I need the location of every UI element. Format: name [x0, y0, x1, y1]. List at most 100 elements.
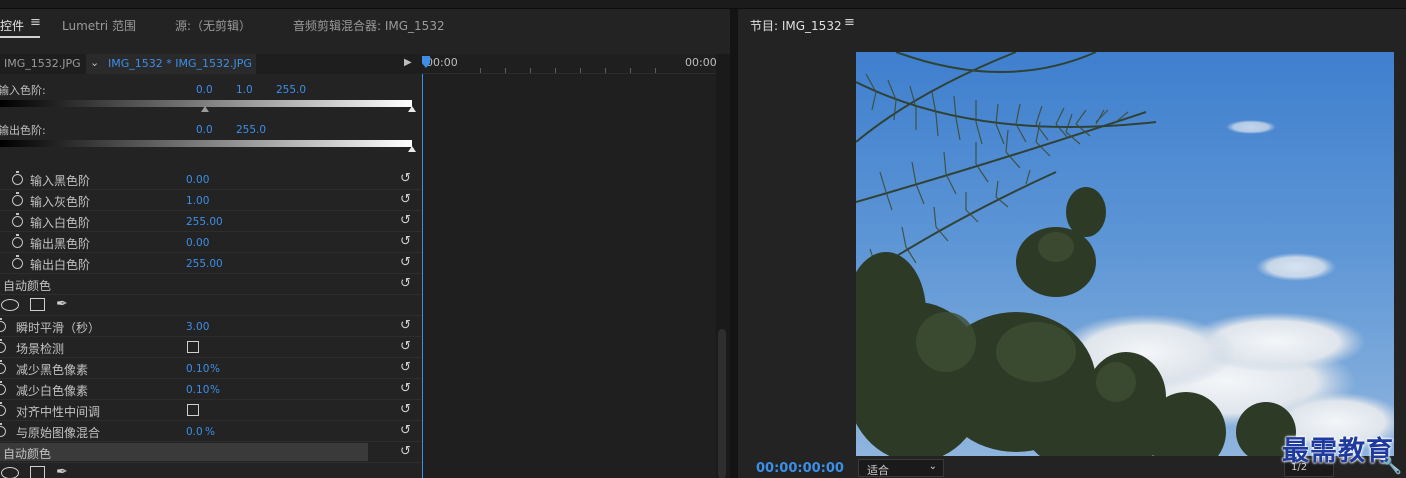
tab-lumetri-scopes[interactable]: Lumetri 范围: [62, 17, 136, 34]
ruler-tick: [555, 68, 556, 73]
zoom-fit-dropdown[interactable]: 适合 ⌄: [858, 459, 944, 477]
param-label: 与原始图像混合: [16, 426, 101, 440]
video-frame[interactable]: [856, 52, 1394, 456]
watermark-logo: 最需教育: [1282, 436, 1394, 467]
play-triangle-icon[interactable]: ▶: [404, 57, 412, 68]
tab-effect-controls[interactable]: 控件: [0, 17, 24, 34]
output-level-black[interactable]: 0.0: [196, 124, 213, 136]
program-timecode[interactable]: 00:00:00:00: [756, 461, 844, 476]
panel-tabbar: 控件 ≡ Lumetri 范围 源:（无剪辑） 音频剪辑混合器: IMG_153…: [0, 9, 730, 42]
stopwatch-icon[interactable]: [0, 423, 6, 437]
stopwatch-icon[interactable]: [12, 234, 23, 248]
reset-icon[interactable]: ↺: [400, 234, 411, 249]
param-row: 场景检测 ↺: [0, 337, 422, 358]
param-value[interactable]: 255.00: [186, 258, 223, 270]
output-white-slider-handle[interactable]: [408, 146, 416, 152]
param-unit: %: [210, 363, 220, 375]
input-gray-slider-handle[interactable]: [201, 106, 209, 112]
mask-tools-row: ✒: [0, 295, 422, 316]
reset-icon[interactable]: ↺: [400, 171, 411, 186]
output-levels-label: 输出色阶:: [0, 124, 46, 137]
pen-mask-icon[interactable]: ✒: [56, 296, 68, 312]
reset-icon[interactable]: ↺: [400, 423, 411, 438]
vertical-scrollbar[interactable]: [716, 54, 730, 478]
param-unit: %: [210, 384, 220, 396]
effect-header-auto-color[interactable]: 自动颜色 ↺: [0, 274, 422, 295]
param-row: 输入白色阶 255.00 ↺: [0, 211, 422, 232]
timeline-ruler[interactable]: 00:00 00:00: [422, 54, 717, 74]
stopwatch-icon[interactable]: [12, 192, 23, 206]
scene-detect-checkbox[interactable]: [187, 341, 199, 353]
param-value[interactable]: 0.0: [186, 426, 203, 438]
reset-icon[interactable]: ↺: [400, 381, 411, 396]
sequence-clip-label[interactable]: IMG_1532 * IMG_1532.JPG: [108, 57, 252, 70]
program-monitor-panel: 节目: IMG_1532 ≡ 00:00:00:00 适合 ⌄ 1/2 最需教育…: [738, 9, 1406, 478]
ellipse-mask-icon[interactable]: [1, 299, 19, 311]
param-value[interactable]: 0.00: [186, 237, 209, 249]
chevron-down-icon[interactable]: ⌄: [90, 56, 99, 69]
ruler-tick: [480, 68, 481, 73]
reset-icon[interactable]: ↺: [400, 192, 411, 207]
reset-icon[interactable]: ↺: [400, 255, 411, 270]
hamburger-menu-icon[interactable]: ≡: [844, 15, 855, 30]
param-row: 减少黑色像素 0.10 % ↺: [0, 358, 422, 379]
pen-mask-icon[interactable]: ✒: [56, 464, 68, 478]
ruler-tick: [630, 68, 631, 73]
clip-selector-bar: IMG_1532.JPG ⌄ IMG_1532 * IMG_1532.JPG ▶: [0, 54, 422, 74]
param-row: 输出黑色阶 0.00 ↺: [0, 232, 422, 253]
master-clip-label[interactable]: IMG_1532.JPG: [4, 57, 81, 70]
param-label: 输入灰色阶: [30, 195, 91, 209]
param-value[interactable]: 0.00: [186, 174, 209, 186]
tab-source[interactable]: 源:（无剪辑）: [175, 17, 251, 34]
output-level-white[interactable]: 255.0: [236, 124, 266, 136]
param-value[interactable]: 0.10: [186, 384, 209, 396]
stopwatch-icon[interactable]: [0, 381, 6, 395]
mask-tools-row: ✒: [0, 463, 422, 478]
stopwatch-icon[interactable]: [0, 318, 6, 332]
snap-neutral-checkbox[interactable]: [187, 404, 199, 416]
stopwatch-icon[interactable]: [0, 339, 6, 353]
input-level-black[interactable]: 0.0: [196, 84, 213, 96]
reset-icon[interactable]: ↺: [400, 339, 411, 354]
stopwatch-icon[interactable]: [0, 360, 6, 374]
effect-controls-panel: 控件 ≡ Lumetri 范围 源:（无剪辑） 音频剪辑混合器: IMG_153…: [0, 9, 730, 478]
input-white-slider-handle[interactable]: [408, 106, 416, 112]
input-levels-label: 输入色阶:: [0, 84, 46, 97]
rectangle-mask-icon[interactable]: [30, 466, 45, 478]
top-strip: [0, 0, 1406, 9]
reset-icon[interactable]: ↺: [400, 276, 411, 291]
reset-icon[interactable]: ↺: [400, 213, 411, 228]
param-value[interactable]: 1.00: [186, 195, 209, 207]
reset-icon[interactable]: ↺: [400, 444, 411, 459]
stopwatch-icon[interactable]: [12, 255, 23, 269]
effect-title: 自动颜色: [3, 279, 52, 293]
stopwatch-icon[interactable]: [12, 213, 23, 227]
param-value[interactable]: 255.00: [186, 216, 223, 228]
stopwatch-icon[interactable]: [12, 171, 23, 185]
wrench-icon[interactable]: 🔧: [1382, 456, 1402, 475]
param-row: 输出白色阶 255.00 ↺: [0, 253, 422, 274]
param-row: 输入灰色阶 1.00 ↺: [0, 190, 422, 211]
param-row: 对齐中性中间调 ↺: [0, 400, 422, 421]
param-label: 输入黑色阶: [30, 174, 91, 188]
input-level-white[interactable]: 255.0: [276, 84, 306, 96]
input-level-gray[interactable]: 1.0: [236, 84, 253, 96]
param-label: 对齐中性中间调: [16, 405, 101, 419]
reset-icon[interactable]: ↺: [400, 360, 411, 375]
ellipse-mask-icon[interactable]: [1, 467, 19, 478]
selection-highlight: [0, 443, 368, 461]
param-label: 输出白色阶: [30, 258, 91, 272]
ruler-tick: [605, 68, 606, 73]
tab-audio-clip-mixer[interactable]: 音频剪辑混合器: IMG_1532: [293, 17, 445, 34]
program-monitor-title[interactable]: 节目: IMG_1532: [750, 17, 842, 34]
effect-header-auto-color-selected[interactable]: 自动颜色 ↺: [0, 442, 422, 463]
param-value[interactable]: 3.00: [186, 321, 209, 333]
scrollbar-thumb[interactable]: [718, 329, 726, 478]
param-value[interactable]: 0.10: [186, 363, 209, 375]
stopwatch-icon[interactable]: [0, 402, 6, 416]
reset-icon[interactable]: ↺: [400, 402, 411, 417]
rectangle-mask-icon[interactable]: [30, 298, 45, 311]
param-row: 减少白色像素 0.10 % ↺: [0, 379, 422, 400]
reset-icon[interactable]: ↺: [400, 318, 411, 333]
hamburger-menu-icon[interactable]: ≡: [30, 15, 41, 30]
